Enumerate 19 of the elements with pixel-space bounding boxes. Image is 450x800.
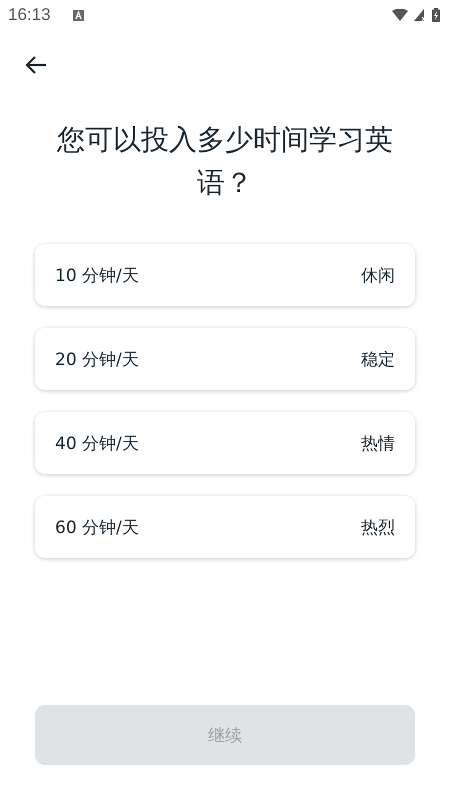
level-label: 热烈 — [361, 516, 395, 538]
battery-icon — [432, 8, 440, 22]
back-arrow-icon[interactable] — [25, 56, 47, 74]
level-label: 热情 — [361, 432, 395, 454]
duration-label: 10 分钟/天 — [55, 264, 139, 286]
duration-label: 60 分钟/天 — [55, 516, 139, 538]
status-time: 16:13 — [8, 5, 51, 25]
notification-icon — [72, 10, 84, 21]
duration-label: 40 分钟/天 — [55, 432, 139, 454]
signal-icon — [414, 9, 426, 21]
level-label: 稳定 — [361, 348, 395, 370]
question-title: 您可以投入多少时间学习英语？ — [56, 122, 394, 201]
option-card[interactable]: 60 分钟/天 热烈 — [35, 496, 415, 558]
wifi-icon — [392, 9, 408, 21]
level-label: 休闲 — [361, 264, 395, 286]
duration-label: 20 分钟/天 — [55, 348, 139, 370]
option-card[interactable]: 20 分钟/天 稳定 — [35, 328, 415, 390]
option-card[interactable]: 40 分钟/天 热情 — [35, 412, 415, 474]
option-card[interactable]: 10 分钟/天 休闲 — [35, 244, 415, 306]
